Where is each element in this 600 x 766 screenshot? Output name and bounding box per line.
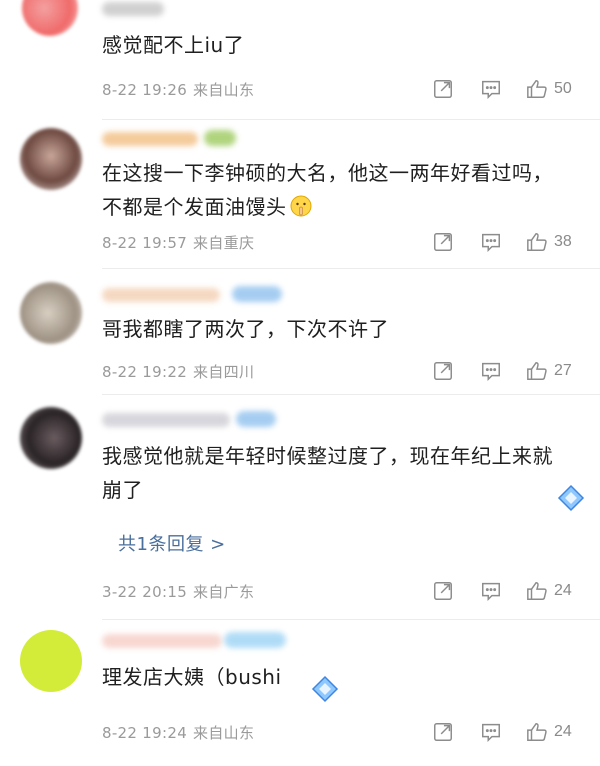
avatar[interactable] xyxy=(22,0,78,36)
diamond-badge-icon xyxy=(311,675,339,703)
like-button[interactable]: 27 xyxy=(526,358,572,384)
avatar[interactable] xyxy=(20,407,82,469)
user-badge-blurred xyxy=(232,286,282,302)
like-button[interactable]: 24 xyxy=(526,578,572,604)
user-badge-blurred xyxy=(224,632,286,648)
reply-button[interactable] xyxy=(478,229,504,255)
comment-date: 3-22 20:15 xyxy=(102,583,188,601)
comment-location: 来自广东 xyxy=(193,583,255,601)
share-button[interactable] xyxy=(430,76,456,102)
comment-location: 来自山东 xyxy=(193,81,255,99)
share-icon xyxy=(434,80,452,98)
comment-item: 理发店大姨（bushi 8-22 19:24 来自山东 24 xyxy=(0,620,600,766)
comment-location: 来自四川 xyxy=(193,363,255,381)
share-icon xyxy=(434,723,452,741)
username-blurred[interactable] xyxy=(102,132,198,146)
comment-item: 哥我都瞎了两次了，下次不许了 8-22 19:22 来自四川 27 xyxy=(0,270,600,395)
comment-text: 哥我都瞎了两次了，下次不许了 xyxy=(102,317,389,341)
comment-icon xyxy=(482,362,500,382)
username-blurred[interactable] xyxy=(102,413,230,427)
comment-icon xyxy=(482,233,500,253)
avatar[interactable] xyxy=(20,128,82,190)
like-button[interactable]: 24 xyxy=(526,719,572,745)
comment-actions: 50 xyxy=(430,76,590,102)
share-button[interactable] xyxy=(430,578,456,604)
comment-icon xyxy=(482,80,500,100)
share-button[interactable] xyxy=(430,358,456,384)
shush-emoji-icon xyxy=(290,195,311,217)
comment-date: 8-22 19:57 xyxy=(102,234,188,252)
diamond-badge-icon xyxy=(557,484,585,512)
share-icon xyxy=(434,582,452,600)
comment-icon xyxy=(482,723,500,743)
comment-actions: 24 xyxy=(430,578,590,604)
like-count: 50 xyxy=(554,80,572,97)
like-count: 24 xyxy=(554,723,572,740)
like-button[interactable]: 50 xyxy=(526,76,572,102)
thumbs-up-icon xyxy=(527,80,547,98)
comment-text-body: 在这搜一下李钟硕的大名，他这一两年好看过吗，不都是个发面油馒头 xyxy=(102,161,553,219)
thumbs-up-icon xyxy=(527,362,547,380)
comment-date: 8-22 19:26 xyxy=(102,81,188,99)
share-icon xyxy=(434,362,452,380)
comment-text: 感觉配不上iu了 xyxy=(102,33,245,57)
comment-date: 8-22 19:24 xyxy=(102,724,188,742)
comment-text: 在这搜一下李钟硕的大名，他这一两年好看过吗，不都是个发面油馒头 xyxy=(102,156,572,224)
username-blurred[interactable] xyxy=(102,2,164,16)
view-replies-link[interactable]: 共1条回复 > xyxy=(118,530,226,556)
username-blurred[interactable] xyxy=(102,634,222,648)
comment-text: 我感觉他就是年轻时候整过度了，现在年纪上来就崩了 xyxy=(102,444,553,502)
username-blurred[interactable] xyxy=(102,288,220,302)
comment-icon xyxy=(482,582,500,602)
comment-actions: 38 xyxy=(430,229,590,255)
thumbs-up-icon xyxy=(527,582,547,600)
comment-item: 我感觉他就是年轻时候整过度了，现在年纪上来就崩了 共1条回复 > 3-22 20… xyxy=(0,395,600,620)
comment-location: 来自山东 xyxy=(193,724,255,742)
reply-button[interactable] xyxy=(478,76,504,102)
avatar[interactable] xyxy=(20,630,82,692)
comment-meta: 8-22 19:22 来自四川 xyxy=(102,361,260,382)
reply-button[interactable] xyxy=(478,578,504,604)
user-badge-blurred xyxy=(236,411,276,427)
thumbs-up-icon xyxy=(527,233,547,251)
comment-meta: 3-22 20:15 来自广东 xyxy=(102,581,260,602)
thumbs-up-icon xyxy=(527,723,547,741)
divider xyxy=(102,268,600,269)
comment-meta: 8-22 19:57 来自重庆 xyxy=(102,232,260,253)
comment-date: 8-22 19:22 xyxy=(102,363,188,381)
comment-actions: 24 xyxy=(430,719,590,745)
comment-meta: 8-22 19:26 来自山东 xyxy=(102,79,260,100)
reply-button[interactable] xyxy=(478,358,504,384)
like-button[interactable]: 38 xyxy=(526,229,572,255)
share-button[interactable] xyxy=(430,229,456,255)
like-count: 27 xyxy=(554,362,572,379)
like-count: 24 xyxy=(554,582,572,599)
comment-meta: 8-22 19:24 来自山东 xyxy=(102,722,260,743)
comment-location: 来自重庆 xyxy=(193,234,255,252)
like-count: 38 xyxy=(554,233,572,250)
avatar[interactable] xyxy=(20,282,82,344)
comment-item: 感觉配不上iu了 8-22 19:26 来自山东 50 xyxy=(0,0,600,120)
user-badge-blurred xyxy=(204,130,236,146)
share-button[interactable] xyxy=(430,719,456,745)
share-icon xyxy=(434,233,452,251)
reply-button[interactable] xyxy=(478,719,504,745)
comment-item: 在这搜一下李钟硕的大名，他这一两年好看过吗，不都是个发面油馒头 8-22 19:… xyxy=(0,120,600,270)
comment-actions: 27 xyxy=(430,358,590,384)
